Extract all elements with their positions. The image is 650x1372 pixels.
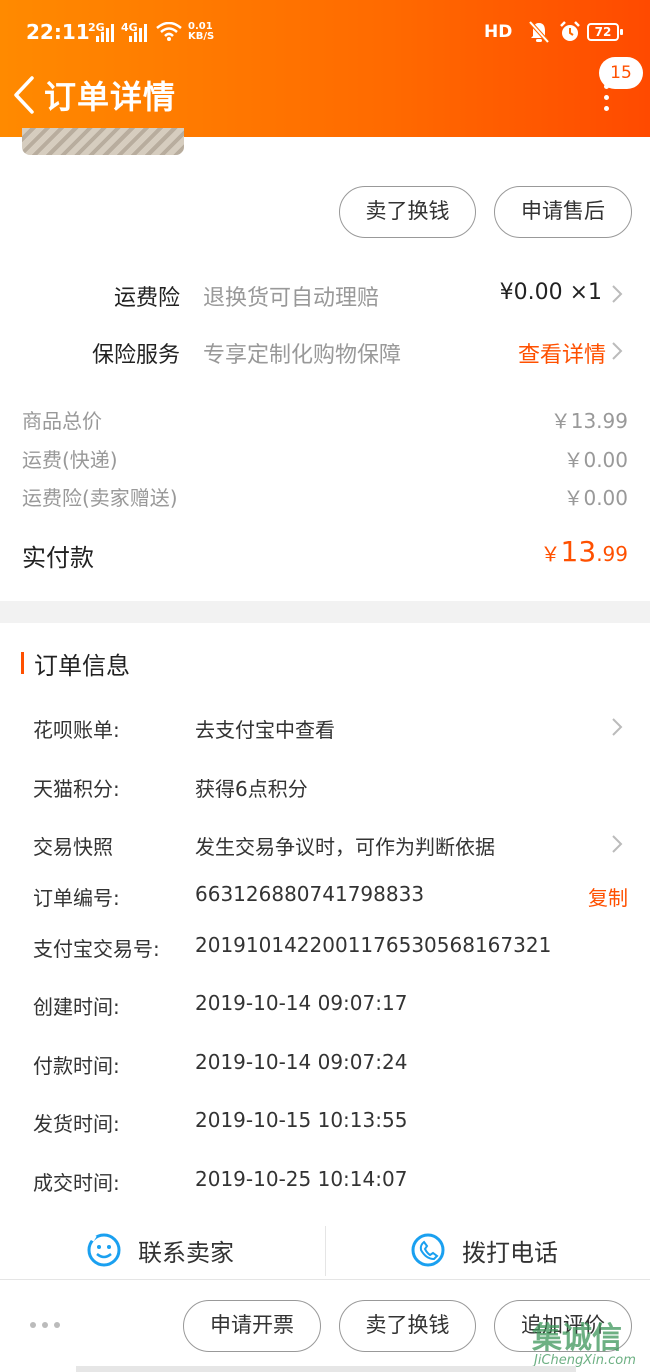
insurance-service-desc: 专享定制化购物保障: [203, 343, 402, 368]
signal-1-icon: [96, 22, 114, 42]
shipped-time-value: 2019-10-15 10:13:55: [195, 1108, 408, 1132]
contact-bar: 联系卖家 拨打电话: [0, 1222, 650, 1278]
order-number-label: 订单编号:: [33, 886, 120, 910]
sell-for-cash-button[interactable]: 卖了换钱: [339, 186, 476, 238]
copy-order-number-button[interactable]: 复制: [588, 882, 628, 911]
alarm-icon: [560, 21, 580, 41]
subtotal-value: ￥13.99: [550, 409, 628, 433]
amount-paid-currency: ￥: [540, 542, 561, 566]
payment-time-value: 2019-10-14 09:07:24: [195, 1050, 408, 1074]
contact-separator: [325, 1226, 326, 1276]
home-indicator: [76, 1366, 576, 1372]
tmall-points-label: 天猫积分:: [33, 777, 120, 801]
contact-seller-label: 联系卖家: [138, 1238, 234, 1267]
shipping-fee-value: ￥0.00: [563, 448, 628, 472]
chevron-right-icon[interactable]: [611, 284, 623, 304]
watermark-logo: 集诚信 JiChengXin.com: [532, 1313, 648, 1371]
chevron-right-icon[interactable]: [611, 341, 623, 361]
shipping-insurance-fee-label: 运费险(卖家赠送): [22, 486, 178, 510]
phone-icon: [411, 1233, 445, 1267]
snapshot-label: 交易快照: [33, 835, 113, 859]
page-title: 订单详情: [44, 78, 177, 116]
request-invoice-button[interactable]: 申请开票: [183, 1300, 321, 1352]
amount-paid-label: 实付款: [22, 544, 94, 572]
after-sales-button[interactable]: 申请售后: [494, 186, 632, 238]
status-time: 22:11: [26, 20, 90, 44]
bottom-divider: [0, 1279, 650, 1280]
amount-paid-value: ￥13.99: [541, 535, 628, 568]
wifi-icon: [156, 22, 182, 41]
net-speed: 0.01 KB/S: [188, 22, 214, 42]
order-info-title: 订单信息: [34, 652, 130, 680]
call-phone-label: 拨打电话: [462, 1238, 558, 1267]
amount-paid-decimal: .99: [596, 542, 628, 566]
chevron-right-icon[interactable]: [611, 717, 623, 737]
alipay-trade-number-value: 2019101422001176530568167321: [195, 933, 552, 957]
net-speed-unit: KB/S: [188, 31, 215, 42]
shipping-insurance-value[interactable]: ¥0.00 ×1: [500, 280, 602, 305]
shipped-time-label: 发货时间:: [33, 1112, 120, 1136]
status-bar: 22:11 2G 4G 0.01 KB/S HD 72: [0, 0, 650, 64]
created-time-value: 2019-10-14 09:07:17: [195, 991, 408, 1015]
sell-for-cash-bottom-button[interactable]: 卖了换钱: [339, 1300, 476, 1352]
completed-time-value: 2019-10-25 10:14:07: [195, 1167, 408, 1191]
watermark-cn: 集诚信: [532, 1321, 622, 1356]
contact-seller-button[interactable]: 联系卖家: [86, 1222, 234, 1278]
mute-icon: [528, 20, 550, 44]
order-number-value: 663126880741798833: [195, 882, 425, 906]
created-time-label: 创建时间:: [33, 995, 120, 1019]
section-divider: [0, 601, 650, 623]
signal-2-icon: [129, 22, 147, 42]
product-thumbnail[interactable]: [22, 128, 184, 155]
call-phone-button[interactable]: 拨打电话: [410, 1222, 558, 1278]
completed-time-label: 成交时间:: [33, 1171, 120, 1195]
amount-paid-integer: 13: [560, 535, 597, 568]
back-arrow-icon[interactable]: [10, 76, 38, 114]
message-count-badge[interactable]: 15: [599, 57, 643, 89]
section-accent-bar: [21, 652, 24, 674]
hd-indicator: HD: [484, 22, 513, 42]
huabei-bill-label: 花呗账单:: [33, 718, 120, 742]
view-details-link[interactable]: 查看详情: [518, 337, 606, 369]
more-actions-icon[interactable]: [30, 1322, 62, 1330]
payment-time-label: 付款时间:: [33, 1054, 120, 1078]
shipping-insurance-desc: 退换货可自动理赔: [203, 286, 380, 311]
shipping-fee-label: 运费(快递): [22, 448, 118, 472]
huabei-bill-value[interactable]: 去支付宝中查看: [195, 714, 335, 743]
shipping-insurance-fee-value: ￥0.00: [563, 486, 628, 510]
snapshot-value[interactable]: 发生交易争议时，可作为判断依据: [195, 831, 495, 860]
chat-face-icon: [87, 1233, 121, 1267]
subtotal-label: 商品总价: [22, 409, 102, 433]
header-bar: 22:11 2G 4G 0.01 KB/S HD 72 订单详情 15: [0, 0, 650, 137]
chevron-right-icon[interactable]: [611, 834, 623, 854]
insurance-service-label: 保险服务: [91, 343, 180, 368]
tmall-points-value: 获得6点积分: [195, 777, 308, 801]
alipay-trade-number-label: 支付宝交易号:: [33, 937, 160, 961]
shipping-insurance-label: 运费险: [113, 286, 180, 311]
battery-icon: 72: [587, 23, 623, 41]
